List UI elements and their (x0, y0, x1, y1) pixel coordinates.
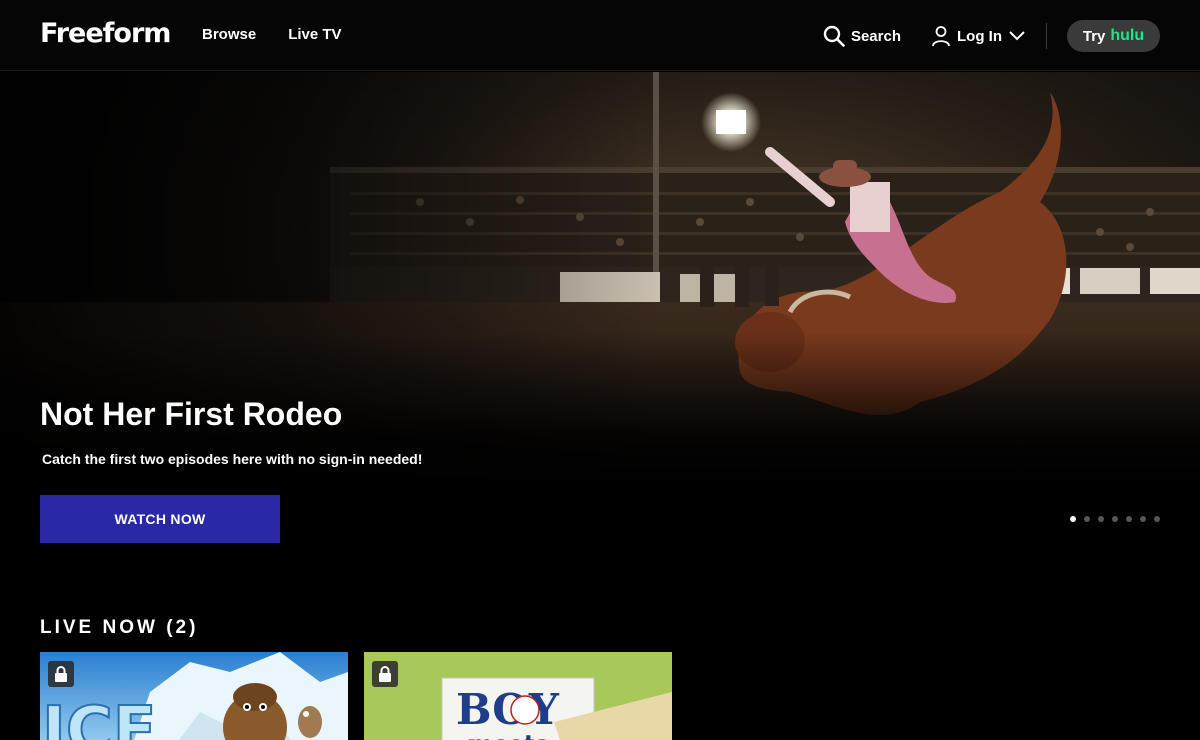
search-label: Search (850, 27, 901, 45)
chevron-down-icon (1009, 31, 1025, 41)
live-tile-ice-age[interactable]: ICE (40, 652, 348, 740)
carousel-dot[interactable] (1126, 516, 1132, 522)
carousel-dots (1070, 516, 1160, 522)
carousel-dot[interactable] (1084, 516, 1090, 522)
main-nav: Browse Live TV (202, 26, 342, 43)
search-button[interactable]: Search (823, 25, 901, 47)
carousel-dot[interactable] (1098, 516, 1104, 522)
meets-title: meets (468, 729, 549, 740)
watch-now-button[interactable]: WATCH NOW (40, 495, 280, 543)
user-icon (932, 26, 950, 47)
login-button[interactable]: Log In (931, 25, 1026, 47)
search-icon (823, 25, 845, 47)
ice-age-thumbnail: ICE (40, 652, 348, 740)
ice-title-fragment: ICE (42, 694, 157, 740)
hulu-logo: hulu (1110, 27, 1145, 44)
nav-browse[interactable]: Browse (202, 26, 256, 43)
nav-live-tv[interactable]: Live TV (288, 26, 341, 43)
carousel-dot[interactable] (1112, 516, 1118, 522)
carousel-dot[interactable] (1140, 516, 1146, 522)
boy-title: BOY (456, 685, 560, 734)
boy-meets-world-thumbnail: BOY meets (364, 652, 672, 740)
live-tile-boy-meets-world[interactable]: BOY meets (364, 652, 672, 740)
freeform-logo[interactable]: Freeform (40, 18, 171, 49)
lock-badge (372, 661, 398, 687)
top-header: Freeform Browse Live TV Search Log In Tr… (0, 0, 1200, 71)
lock-icon (55, 666, 67, 682)
lock-badge (48, 661, 74, 687)
header-divider (1046, 23, 1047, 49)
try-hulu-button[interactable]: Try hulu (1067, 20, 1160, 52)
hero-title: Not Her First Rodeo (40, 396, 343, 432)
lock-icon (379, 666, 391, 682)
try-label: Try (1082, 27, 1106, 45)
hero-subtitle: Catch the first two episodes here with n… (42, 451, 423, 467)
carousel-dot[interactable] (1070, 516, 1076, 522)
live-now-heading: LIVE NOW (2) (40, 617, 199, 638)
header-actions: Search Log In Try hulu (823, 20, 1160, 52)
hero-banner[interactable]: Not Her First Rodeo Catch the first two … (0, 72, 1200, 592)
login-label: Log In (957, 27, 1002, 45)
carousel-dot[interactable] (1154, 516, 1160, 522)
